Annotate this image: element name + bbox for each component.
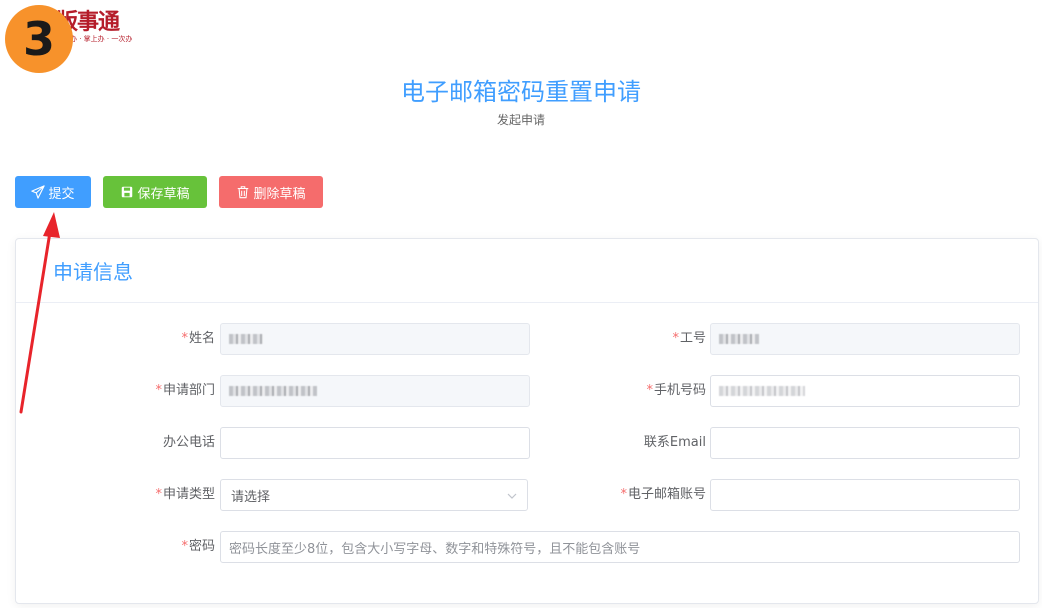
card-header: 申请信息: [16, 239, 1038, 303]
page-title: 电子邮箱密码重置申请: [401, 78, 641, 106]
password-label: *密码: [181, 539, 215, 554]
password-placeholder: 密码长度至少8位，包含大小写字母、数字和特殊符号，且不能包含账号: [229, 541, 641, 557]
email-label: 联系Email: [643, 435, 706, 450]
save-draft-button[interactable]: 保存草稿: [103, 176, 207, 208]
application-info-card: 申请信息 *姓名 *工号 *申请部门 *手机号码 办公电话 联系Email *申…: [15, 238, 1039, 604]
submit-label: 提交: [48, 186, 75, 202]
department-label: *申请部门: [155, 383, 215, 398]
send-icon: [31, 185, 46, 199]
application-type-label: *申请类型: [155, 487, 215, 502]
mailbox-account-label: *电子邮箱账号: [620, 487, 706, 502]
office-phone-label: 办公电话: [162, 435, 215, 450]
delete-draft-label: 删除草稿: [253, 186, 306, 202]
step-number: 3: [22, 12, 55, 66]
employee-id-label: *工号: [672, 331, 706, 346]
password-field[interactable]: 密码长度至少8位，包含大小写字母、数字和特殊符号，且不能包含账号: [220, 531, 1020, 563]
trash-icon: [238, 186, 249, 199]
application-type-select[interactable]: 请选择: [220, 479, 528, 511]
employee-id-field[interactable]: [710, 323, 1020, 355]
office-phone-field[interactable]: [220, 427, 530, 459]
name-label: *姓名: [181, 331, 215, 346]
delete-draft-button[interactable]: 删除草稿: [219, 176, 323, 208]
page-subtitle: 发起申请: [496, 113, 545, 127]
phone-label: *手机号码: [646, 383, 706, 398]
phone-field[interactable]: [710, 375, 1020, 407]
save-draft-label: 保存草稿: [137, 186, 190, 202]
email-field[interactable]: [710, 427, 1020, 459]
mailbox-account-field[interactable]: [710, 479, 1020, 511]
save-icon: [122, 186, 133, 198]
section-title: 申请信息: [53, 260, 133, 284]
step-badge: 3: [5, 5, 73, 73]
department-field[interactable]: [220, 375, 530, 407]
chevron-down-icon: [507, 493, 517, 499]
application-type-value: 请选择: [231, 489, 271, 505]
name-field[interactable]: [220, 323, 530, 355]
submit-button[interactable]: 提交: [15, 176, 91, 208]
